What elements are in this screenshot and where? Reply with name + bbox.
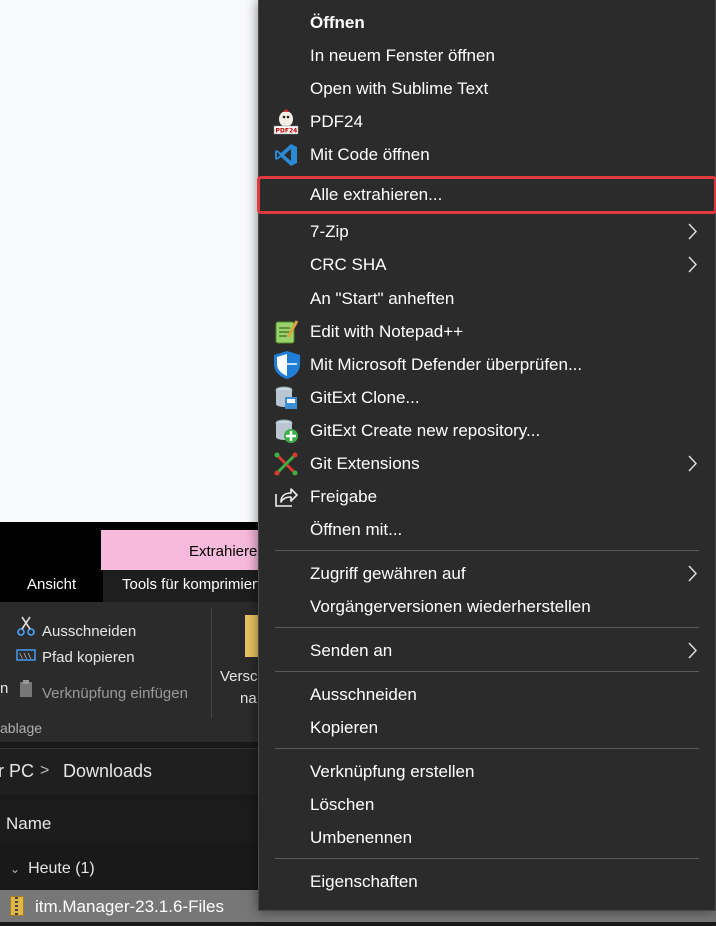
- menu-item-crc-sha[interactable]: CRC SHA: [259, 248, 715, 281]
- menu-item-rename[interactable]: Umbenennen: [259, 821, 715, 854]
- menu-item-label: Mit Microsoft Defender überprüfen...: [310, 355, 583, 374]
- menu-item-open-with[interactable]: Öffnen mit...: [259, 513, 715, 546]
- menu-item-copy[interactable]: Kopieren: [259, 711, 715, 744]
- menu-item-restore-previous-versions[interactable]: Vorgängerversionen wiederherstellen: [259, 590, 715, 623]
- menu-separator: [275, 627, 699, 628]
- breadcrumb-downloads[interactable]: Downloads: [63, 761, 152, 782]
- menu-item-open[interactable]: Öffnen: [259, 6, 715, 39]
- copy-path-button[interactable]: \\\ Pfad kopieren: [16, 648, 135, 666]
- menu-item-label: Edit with Notepad++: [310, 322, 464, 341]
- chevron-right-icon: [685, 557, 701, 590]
- group-label: Heute (1): [28, 860, 95, 877]
- menu-item-send-to[interactable]: Senden an: [259, 634, 715, 667]
- menu-item-7zip[interactable]: 7-Zip: [259, 215, 715, 248]
- menu-item-label: Öffnen mit...: [310, 520, 403, 539]
- menu-item-open-with-code[interactable]: Mit Code öffnen: [259, 138, 715, 171]
- gitext-create-icon: [273, 418, 299, 444]
- ribbon-divider: [211, 608, 212, 718]
- group-header-today[interactable]: ⌄ Heute (1): [10, 860, 95, 878]
- menu-item-cut[interactable]: Ausschneiden: [259, 678, 715, 711]
- menu-item-create-shortcut[interactable]: Verknüpfung erstellen: [259, 755, 715, 788]
- cut-label: Ausschneiden: [42, 623, 137, 640]
- vscode-icon: [273, 142, 299, 168]
- menu-separator: [275, 858, 699, 859]
- menu-item-open-new-window[interactable]: In neuem Fenster öffnen: [259, 39, 715, 72]
- menu-item-label: In neuem Fenster öffnen: [310, 46, 495, 65]
- menu-item-label: Verknüpfung erstellen: [310, 762, 475, 781]
- svg-text:\\\: \\\: [19, 652, 32, 660]
- scissors-icon: [16, 616, 36, 640]
- share-icon: [273, 484, 299, 510]
- menu-item-label: Vorgängerversionen wiederherstellen: [310, 597, 591, 616]
- defender-shield-icon: [272, 350, 302, 380]
- paste-shortcut-icon: [16, 680, 36, 702]
- git-extensions-icon: [273, 451, 299, 477]
- menu-item-label: Kopieren: [310, 718, 379, 737]
- tab-view[interactable]: Ansicht: [27, 570, 76, 602]
- menu-item-label: Senden an: [310, 641, 393, 660]
- menu-item-pdf24[interactable]: PDF24 PDF24: [259, 105, 715, 138]
- tab-extract-context[interactable]: Extrahieren: [101, 530, 271, 570]
- zip-folder-icon: [10, 896, 24, 916]
- menu-item-extract-all[interactable]: Alle extrahieren...: [257, 176, 716, 214]
- menu-item-label: GitExt Clone...: [310, 388, 420, 407]
- svg-text:PDF24: PDF24: [276, 128, 298, 135]
- breadcrumb-separator: >: [40, 762, 50, 779]
- menu-item-label: Alle extrahieren...: [310, 185, 443, 204]
- menu-item-gitext-clone[interactable]: GitExt Clone...: [259, 381, 715, 414]
- menu-item-label: Eigenschaften: [310, 872, 418, 891]
- menu-item-label: An "Start" anheften: [310, 289, 455, 308]
- menu-item-label: Ausschneiden: [310, 685, 417, 704]
- menu-item-label: GitExt Create new repository...: [310, 421, 541, 440]
- chevron-down-icon[interactable]: ⌄: [10, 862, 20, 876]
- menu-item-label: Umbenennen: [310, 828, 413, 847]
- menu-item-label: CRC SHA: [310, 255, 387, 274]
- column-name-header[interactable]: Name: [6, 814, 51, 834]
- context-menu: Öffnen In neuem Fenster öffnen Open with…: [257, 0, 716, 911]
- menu-item-gitext-create-repo[interactable]: GitExt Create new repository...: [259, 414, 715, 447]
- menu-item-give-access[interactable]: Zugriff gewähren auf: [259, 557, 715, 590]
- breadcrumb-this-pc[interactable]: r PC: [0, 761, 34, 782]
- menu-item-defender-scan[interactable]: Mit Microsoft Defender überprüfen...: [259, 348, 715, 381]
- menu-separator: [275, 550, 699, 551]
- menu-item-delete[interactable]: Löschen: [259, 788, 715, 821]
- menu-item-label: Öffnen: [310, 13, 365, 32]
- menu-item-label: Freigabe: [310, 487, 378, 506]
- chevron-right-icon: [685, 447, 701, 480]
- menu-item-notepadpp[interactable]: Edit with Notepad++: [259, 315, 715, 348]
- menu-separator: [275, 671, 699, 672]
- notepadpp-icon: [273, 319, 299, 345]
- menu-item-pin-to-start[interactable]: An "Start" anheften: [259, 282, 715, 315]
- menu-item-share[interactable]: Freigabe: [259, 480, 715, 513]
- menu-item-git-extensions[interactable]: Git Extensions: [259, 447, 715, 480]
- gitext-clone-icon: [273, 385, 299, 411]
- menu-item-label: Git Extensions: [310, 454, 420, 473]
- menu-separator: [275, 748, 699, 749]
- menu-item-open-sublime[interactable]: Open with Sublime Text: [259, 72, 715, 105]
- chevron-right-icon: [685, 215, 701, 248]
- chevron-right-icon: [685, 248, 701, 281]
- menu-item-label: Open with Sublime Text: [310, 79, 489, 98]
- file-name: itm.Manager-23.1.6-Files: [35, 897, 224, 916]
- menu-item-label: Zugriff gewähren auf: [310, 564, 466, 583]
- paste-shortcut-label: Verknüpfung einfügen: [42, 685, 188, 702]
- menu-item-label: PDF24: [310, 112, 363, 131]
- path-icon: \\\: [16, 648, 36, 666]
- menu-item-label: Löschen: [310, 795, 375, 814]
- copy-path-label: Pfad kopieren: [42, 649, 135, 666]
- ribbon-clipped-text: n: [0, 680, 8, 697]
- cut-button[interactable]: Ausschneiden: [16, 616, 136, 640]
- menu-item-label: 7-Zip: [310, 222, 349, 241]
- menu-item-label: Mit Code öffnen: [310, 145, 430, 164]
- paste-shortcut-button[interactable]: Verknüpfung einfügen: [16, 680, 188, 702]
- tab-compressed-folder-tools[interactable]: Tools für komprimierte Ordner: [103, 570, 263, 602]
- menu-item-properties[interactable]: Eigenschaften: [259, 865, 715, 898]
- ribbon-group-clipboard-label: ablage: [0, 720, 43, 736]
- chevron-right-icon: [685, 634, 701, 667]
- pdf24-icon: PDF24: [273, 109, 299, 135]
